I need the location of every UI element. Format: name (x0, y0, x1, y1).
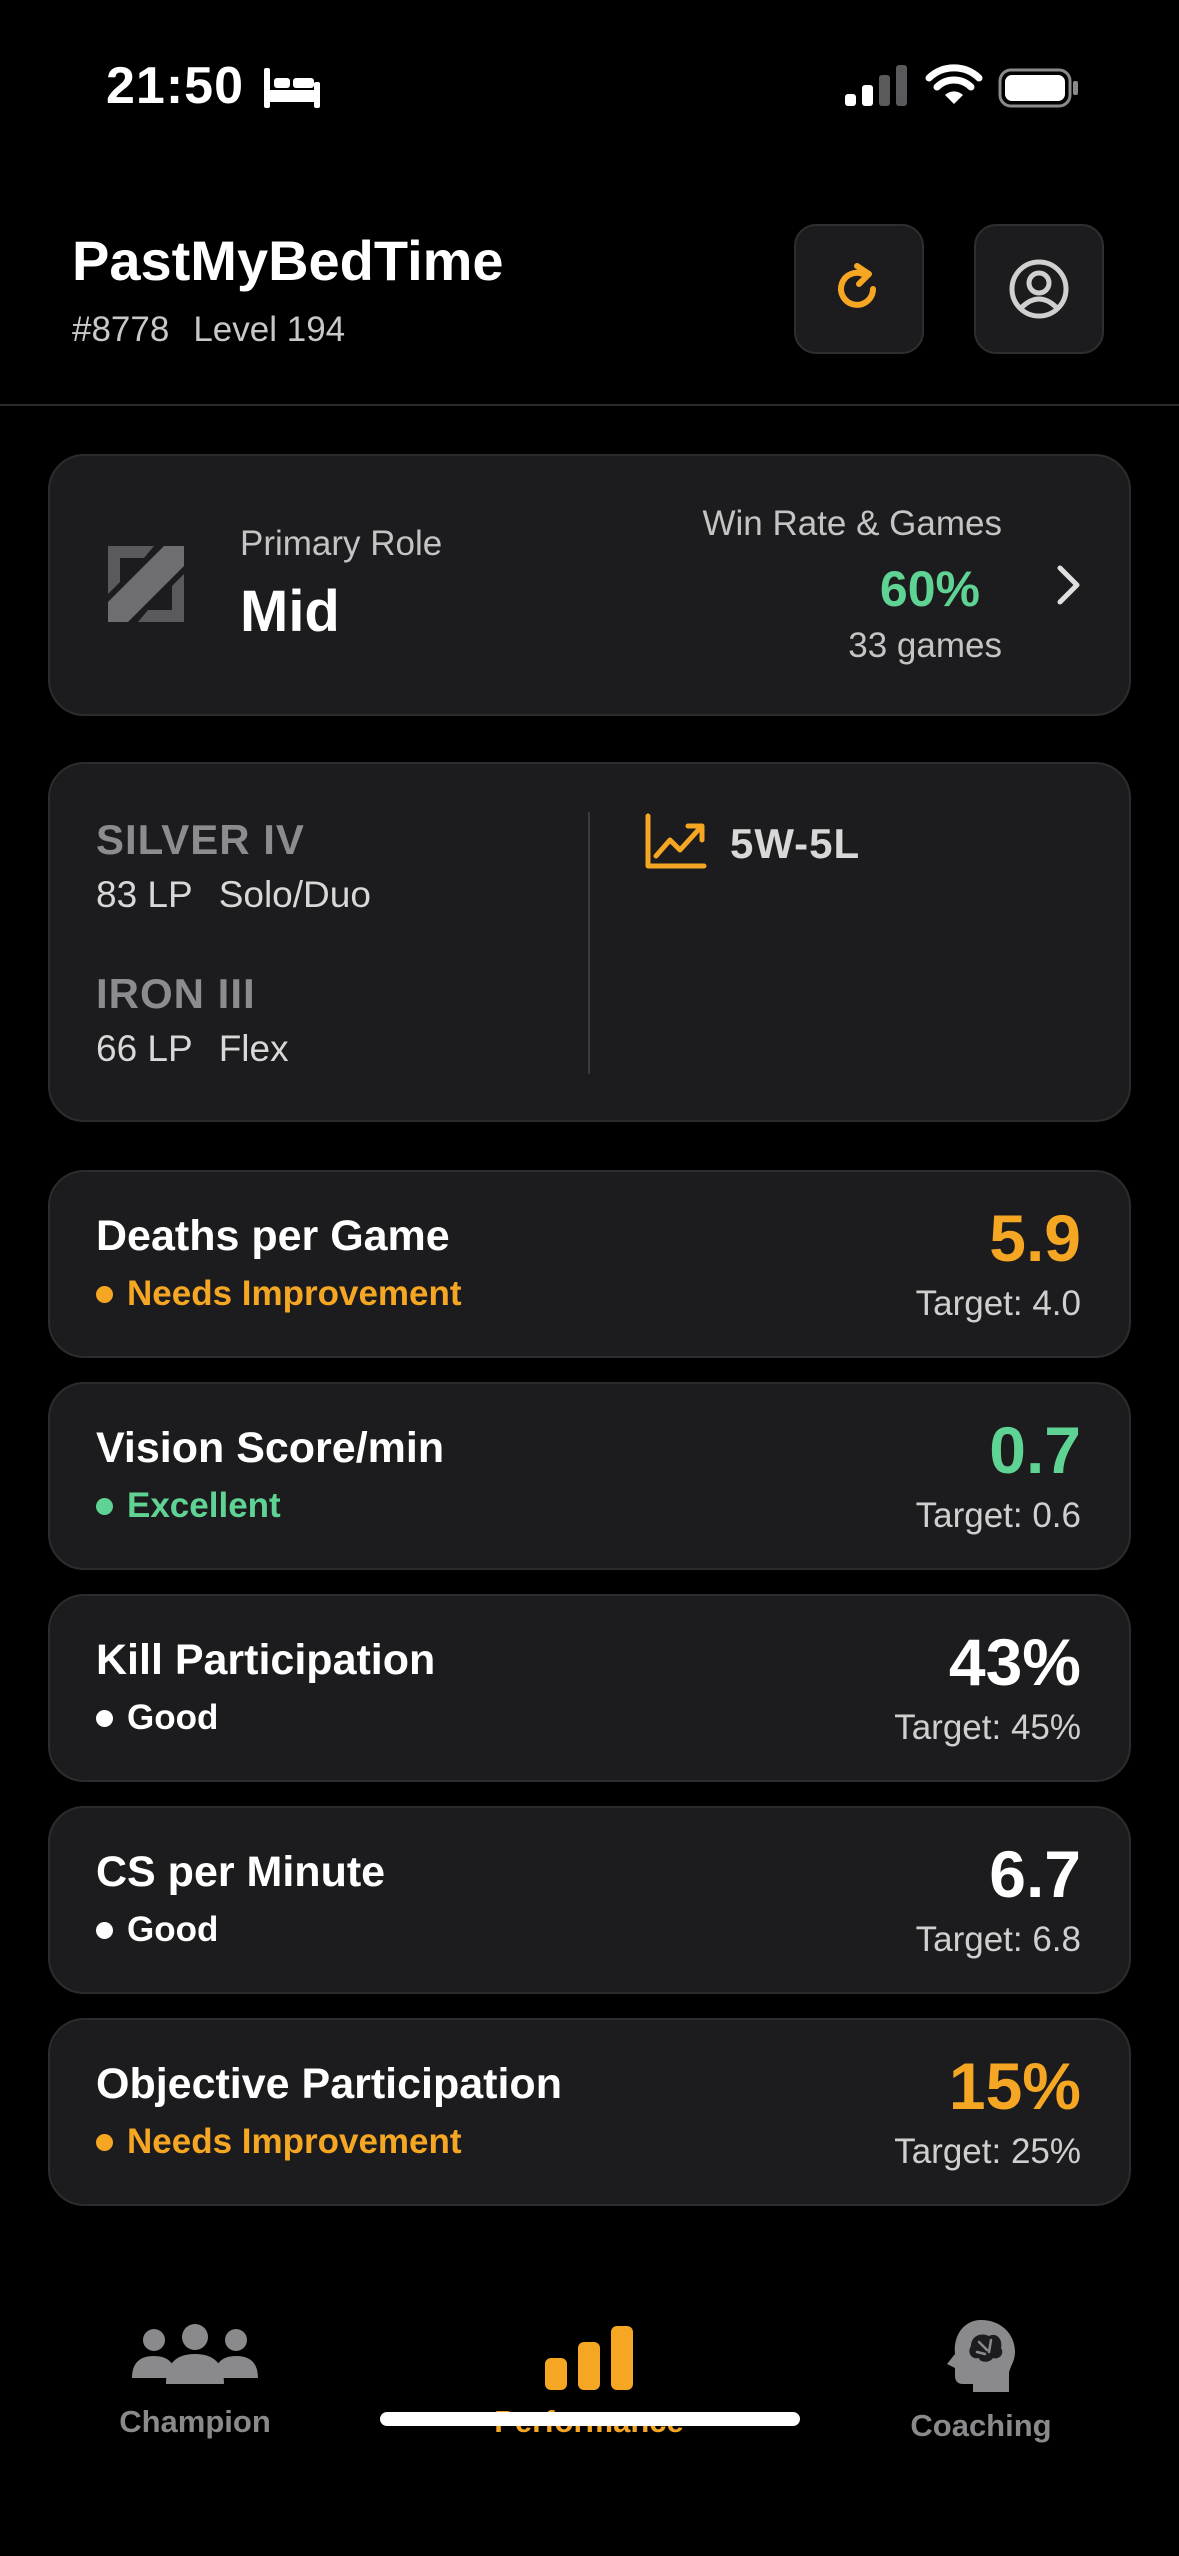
solo-lp: 83 LP (96, 874, 193, 915)
trend-up-icon (645, 813, 707, 869)
flex-rank-details: 66 LP Flex (96, 1028, 315, 1070)
primary-role-label: Primary Role (240, 524, 443, 563)
header-divider (0, 404, 1179, 406)
battery-icon (998, 68, 1078, 108)
metric-title: Vision Score/min (96, 1424, 445, 1472)
user-tag: #8778 (72, 310, 170, 349)
metric-status-label: Good (127, 1698, 219, 1737)
metric-status: Needs Improvement (96, 1274, 462, 1314)
tab-champion[interactable]: Champion (45, 2324, 345, 2440)
signal-icon (845, 65, 907, 106)
solo-rank-details: 83 LP Solo/Duo (96, 874, 397, 916)
user-level: Level 194 (193, 310, 346, 349)
bar-chart-icon (545, 2326, 633, 2390)
metric-value: 6.7 (989, 1837, 1081, 1911)
refresh-button[interactable] (794, 224, 924, 354)
metric-status: Good (96, 1910, 218, 1950)
metric-title: Kill Participation (96, 1636, 436, 1684)
metric-target: Target: 6.8 (915, 1920, 1081, 1959)
tab-coaching[interactable]: Coaching (831, 2318, 1131, 2444)
metric-value: 0.7 (989, 1413, 1081, 1487)
rank-divider (588, 812, 590, 1074)
winrate-value: 60% (879, 561, 980, 617)
brain-head-icon (947, 2320, 1015, 2392)
metric-title: CS per Minute (96, 1848, 386, 1896)
status-dot-icon (96, 1497, 113, 1515)
metric-target: Target: 25% (894, 2132, 1081, 2171)
mid-role-icon (108, 546, 184, 622)
tab-champion-label: Champion (119, 2404, 271, 2439)
flex-lp: 66 LP (96, 1028, 193, 1069)
metric-value: 5.9 (989, 1201, 1081, 1275)
solo-queue: Solo/Duo (218, 874, 371, 915)
metric-status: Excellent (96, 1486, 281, 1526)
profile-button[interactable] (974, 224, 1104, 354)
metric-title: Deaths per Game (96, 1212, 450, 1260)
metric-status: Good (96, 1698, 218, 1738)
games-count: 33 games (848, 626, 1002, 665)
status-dot-icon (96, 1921, 113, 1939)
metric-card (48, 1170, 1131, 1358)
bed-icon (264, 68, 320, 108)
metric-value: 43% (948, 1625, 1081, 1699)
metric-card (48, 1806, 1131, 1994)
refresh-icon (838, 263, 876, 308)
user-tag-level: #8778 Level 194 (72, 310, 369, 350)
metric-status-label: Good (127, 1910, 219, 1949)
metric-status: Needs Improvement (96, 2122, 462, 2162)
status-dot-icon (96, 1709, 113, 1727)
wifi-icon (925, 64, 983, 104)
status-time: 21:50 (106, 57, 244, 115)
metric-target: Target: 45% (894, 1708, 1081, 1747)
solo-rank-tier: SILVER IV (96, 816, 305, 863)
winrate-label: Win Rate & Games (702, 504, 1002, 543)
metric-value: 15% (948, 2049, 1081, 2123)
flex-rank-tier: IRON III (96, 970, 256, 1017)
metric-status-label: Excellent (127, 1486, 281, 1525)
recent-record: 5W-5L (730, 820, 861, 867)
people-icon (132, 2324, 258, 2384)
username: PastMyBedTime (72, 229, 504, 292)
metric-target: Target: 0.6 (915, 1496, 1081, 1535)
metric-target: Target: 4.0 (915, 1284, 1081, 1323)
metric-status-label: Needs Improvement (127, 2122, 462, 2161)
chevron-right-icon (1057, 565, 1080, 605)
metric-title: Objective Participation (96, 2060, 562, 2108)
tab-coaching-label: Coaching (910, 2408, 1052, 2443)
home-indicator (380, 2412, 800, 2426)
user-circle-icon (1009, 259, 1069, 319)
status-dot-icon (96, 1285, 113, 1303)
status-dot-icon (96, 2133, 113, 2151)
flex-queue: Flex (218, 1028, 289, 1069)
primary-role-value: Mid (240, 579, 340, 644)
metric-card (48, 1382, 1131, 1570)
metric-status-label: Needs Improvement (127, 1274, 462, 1313)
